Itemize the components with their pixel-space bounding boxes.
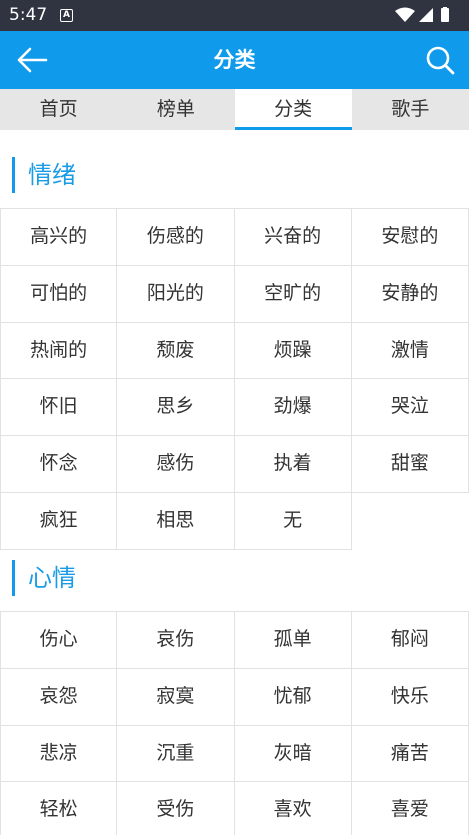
section-title-emotion: 情绪 bbox=[12, 157, 76, 193]
category-item[interactable]: 无 bbox=[234, 492, 352, 550]
category-item[interactable]: 孤单 bbox=[234, 612, 352, 669]
category-item[interactable]: 悲凉 bbox=[0, 725, 118, 783]
category-item[interactable]: 伤心 bbox=[0, 612, 118, 669]
category-item[interactable]: 郁闷 bbox=[351, 612, 469, 669]
app-bar: 分类 bbox=[0, 31, 469, 89]
category-item[interactable]: 快乐 bbox=[351, 668, 469, 726]
emotion-grid: 高兴的 伤感的 兴奋的 安慰的可怕的 阳光的 空旷的 安静的热闹的 颓废 烦躁 激情怀旧 思乡 劲爆哭… bbox=[0, 208, 469, 550]
category-item[interactable]: 高兴的 bbox=[0, 209, 118, 266]
section-title-mood: 心情 bbox=[12, 560, 76, 596]
category-item[interactable]: 哀伤 bbox=[117, 612, 235, 669]
status-time: 5:47 bbox=[9, 5, 48, 25]
category-item[interactable]: 安静的 bbox=[351, 265, 469, 323]
tab-bar: 首页 榜单 分类 歌手 bbox=[0, 89, 469, 130]
tab-categories[interactable]: 分类 bbox=[234, 89, 353, 130]
category-item[interactable]: 伤感的 bbox=[117, 209, 235, 266]
category-item[interactable]: 怀念 bbox=[0, 436, 118, 493]
category-item[interactable]: 甜蜜 bbox=[351, 436, 469, 493]
battery-icon bbox=[441, 8, 449, 22]
mood-grid: 伤心 哀伤 孤单 郁闷哀怨 寂寞 忧郁 快乐悲凉 沉重 灰暗 痛苦轻松 受伤 喜欢 喜爱 bbox=[0, 611, 469, 835]
category-item[interactable]: 忧郁 bbox=[234, 668, 352, 726]
status-bar: 5:47 A bbox=[0, 0, 469, 31]
status-icons bbox=[395, 7, 457, 23]
tab-singers[interactable]: 歌手 bbox=[352, 89, 469, 130]
category-item[interactable]: 安慰的 bbox=[351, 209, 469, 266]
tab-charts[interactable]: 榜单 bbox=[117, 89, 234, 130]
category-item[interactable]: 兴奋的 bbox=[234, 209, 352, 266]
category-item[interactable]: 痛苦 bbox=[351, 725, 469, 783]
search-icon[interactable] bbox=[425, 45, 455, 75]
page-title: 分类 bbox=[213, 48, 256, 72]
category-item[interactable]: 阳光的 bbox=[117, 265, 235, 323]
category-item[interactable]: 轻松 bbox=[0, 782, 118, 835]
back-arrow-icon[interactable] bbox=[16, 46, 48, 74]
category-item[interactable]: 受伤 bbox=[117, 782, 235, 835]
category-item[interactable]: 疯狂 bbox=[0, 492, 118, 550]
category-item[interactable]: 颓废 bbox=[117, 322, 235, 380]
category-item[interactable]: 喜爱 bbox=[351, 782, 469, 835]
category-item[interactable]: 怀旧 bbox=[0, 379, 118, 437]
category-item[interactable]: 执着 bbox=[234, 436, 352, 493]
notification-icon: A bbox=[60, 9, 73, 22]
signal-icon bbox=[419, 8, 433, 22]
category-item[interactable]: 沉重 bbox=[117, 725, 235, 783]
category-item[interactable]: 哭泣 bbox=[351, 379, 469, 437]
category-item[interactable]: 灰暗 bbox=[234, 725, 352, 783]
category-item[interactable]: 热闹的 bbox=[0, 322, 118, 380]
category-item[interactable]: 哀怨 bbox=[0, 668, 118, 726]
category-item[interactable]: 烦躁 bbox=[234, 322, 352, 380]
category-item[interactable]: 思乡 bbox=[117, 379, 235, 437]
category-item[interactable]: 劲爆 bbox=[234, 379, 352, 437]
category-item[interactable]: 可怕的 bbox=[0, 265, 118, 323]
category-item[interactable]: 喜欢 bbox=[234, 782, 352, 835]
category-item[interactable]: 激情 bbox=[351, 322, 469, 380]
category-item[interactable]: 空旷的 bbox=[234, 265, 352, 323]
category-item[interactable]: 感伤 bbox=[117, 436, 235, 493]
category-item[interactable]: 相思 bbox=[117, 492, 235, 550]
category-item[interactable]: 寂寞 bbox=[117, 668, 235, 726]
wifi-icon bbox=[395, 7, 415, 22]
tab-home[interactable]: 首页 bbox=[0, 89, 117, 130]
